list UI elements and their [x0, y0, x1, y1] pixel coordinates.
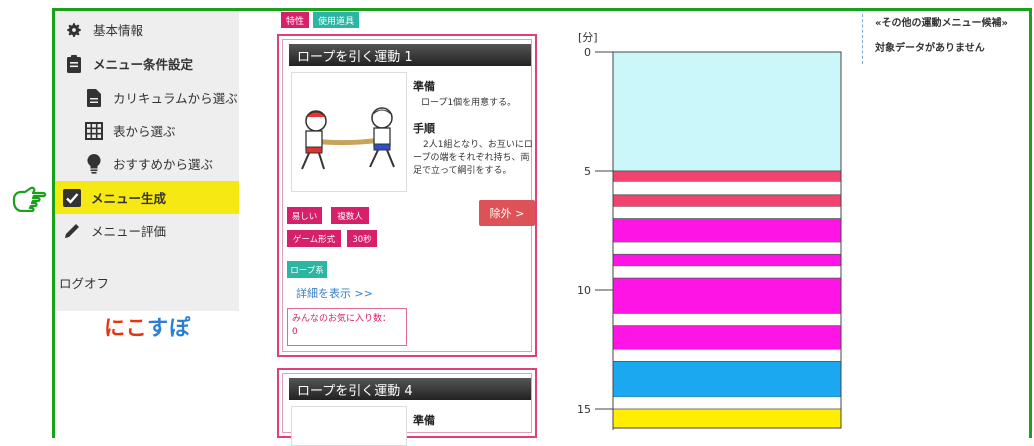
steps-heading: 手順 — [413, 122, 435, 135]
other-menu-candidates-panel: «その他の運動メニュー候補» 対象データがありません — [862, 14, 1034, 64]
card-body: ロープを引く運動 1 準備 ロープ1個を用意する。 手順 2人1組となり、お互い… — [282, 39, 535, 352]
chart-segment — [612, 360, 842, 398]
chart-tick-label: 10 — [577, 284, 591, 297]
lightbulb-icon — [83, 153, 105, 174]
sidebar-item-curriculum[interactable]: カリキュラムから選ぶ — [55, 81, 239, 114]
exercise-illustration — [291, 406, 407, 446]
sidebar-item-label: メニュー評価 — [91, 224, 167, 239]
clipboard-icon — [63, 54, 85, 74]
chart-segment — [612, 51, 842, 172]
chart-tick-label: 5 — [584, 165, 591, 178]
sidebar-item-label: メニュー生成 — [91, 191, 167, 206]
pencil-icon — [61, 221, 83, 241]
card-body: ロープを引く運動 4 準備 — [282, 373, 532, 446]
exercise-illustration — [291, 72, 407, 192]
steps-text: 2人1組となり、お互いにロープの端をそれぞれ持ち、両足で立って綱引をする。 — [413, 140, 533, 176]
favorite-label: みんなのお気に入り数： — [292, 314, 392, 324]
chart-unit-label: [分] — [578, 31, 598, 44]
card-title: ロープを引く運動 4 — [289, 378, 531, 400]
tag-difficulty[interactable]: 易しい — [287, 207, 322, 224]
app-logo: にこすぽ — [104, 316, 192, 340]
prep-text: ロープ1個を用意する。 — [421, 98, 517, 108]
exclude-button[interactable]: 除外 > — [479, 200, 535, 226]
tag-format[interactable]: ゲーム形式 — [287, 230, 341, 247]
sidebar-item-menu-conditions[interactable]: メニュー条件設定 — [55, 47, 239, 80]
chart-segment — [612, 194, 842, 208]
logoff-link[interactable]: ログオフ — [59, 273, 109, 292]
show-details-link[interactable]: 詳細を表示 >> — [296, 285, 373, 301]
chart-segment — [612, 218, 842, 243]
tag-characteristic[interactable]: 特性 — [281, 12, 310, 28]
gear-icon — [63, 20, 85, 40]
favorite-count-box: みんなのお気に入り数： 0 — [287, 308, 407, 346]
chart-tick-label: 0 — [584, 46, 591, 59]
exercise-card: ロープを引く運動 1 準備 ロープ1個を用意する。 手順 2人1組となり、お互い… — [277, 34, 537, 357]
panel-empty-message: 対象データがありません — [875, 43, 985, 54]
chart-segment — [613, 349, 841, 362]
sidebar-item-basic-info[interactable]: 基本情報 — [55, 13, 239, 46]
sidebar-item-label: おすすめから選ぶ — [113, 157, 214, 172]
pointing-hand-icon — [12, 186, 48, 216]
exercise-card: ロープを引く運動 4 準備 — [277, 368, 537, 446]
chart-segment — [612, 170, 842, 183]
time-chart: 0 5 10 15 [分] — [577, 31, 842, 430]
tag-equipment[interactable]: 使用道具 — [313, 12, 360, 28]
chart-tick-label: 15 — [577, 403, 591, 416]
sidebar-item-menu-generate[interactable]: メニュー生成 — [55, 181, 239, 214]
tag-rope[interactable]: ロープ系 — [287, 261, 327, 278]
chart-segment — [613, 397, 841, 409]
chart-segment — [612, 277, 842, 315]
chart-segment — [612, 408, 842, 429]
chart-segment — [613, 242, 841, 255]
sidebar-item-label: カリキュラムから選ぶ — [113, 91, 238, 106]
prep-heading: 準備 — [413, 414, 435, 427]
sidebar-item-label: メニュー条件設定 — [93, 57, 194, 72]
prep-heading: 準備 — [413, 80, 435, 93]
chart-segment — [612, 325, 842, 350]
chart-segment — [613, 181, 841, 195]
sidebar-item-recommend[interactable]: おすすめから選ぶ — [55, 147, 239, 180]
tag-participants[interactable]: 複数人 — [331, 207, 369, 224]
favorite-count: 0 — [292, 327, 298, 337]
sidebar: 基本情報 メニュー条件設定 カリキュラムから選ぶ 表から選ぶ おすすめから選ぶ … — [55, 11, 239, 311]
sidebar-item-label: 基本情報 — [93, 23, 144, 38]
sidebar-item-table[interactable]: 表から選ぶ — [55, 114, 239, 147]
chart-segment — [613, 313, 841, 326]
chart-segment — [613, 206, 841, 219]
chart-segment — [612, 253, 842, 267]
sidebar-item-label: 表から選ぶ — [113, 124, 176, 139]
document-icon — [83, 88, 105, 108]
grid-icon — [83, 121, 105, 141]
sidebar-item-menu-evaluate[interactable]: メニュー評価 — [55, 214, 239, 247]
card-title: ロープを引く運動 1 — [289, 44, 531, 66]
chart-segment — [613, 266, 841, 279]
checkbox-icon — [61, 188, 83, 208]
tag-duration[interactable]: 30秒 — [347, 230, 377, 247]
panel-title: «その他の運動メニュー候補» — [875, 18, 1008, 29]
